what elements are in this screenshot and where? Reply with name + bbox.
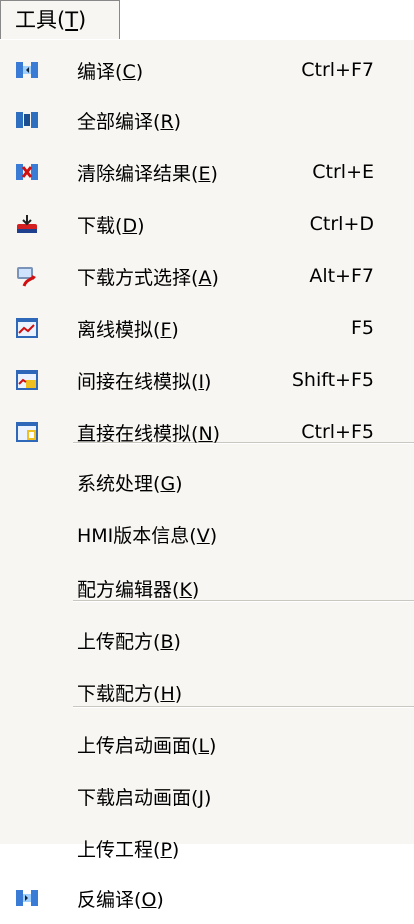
menu-item-label: 下载启动画面(J) bbox=[77, 786, 212, 809]
menu-item-n[interactable]: 直接在线模拟(N) Ctrl+F5 bbox=[0, 406, 414, 458]
menu-item-f[interactable]: 离线模拟(F) F5 bbox=[0, 302, 414, 354]
mnemonic-key: V bbox=[196, 524, 210, 547]
menu-item-label: 下载配方(H) bbox=[77, 682, 183, 705]
menu-item-j[interactable]: 下载启动画面(J) bbox=[0, 770, 414, 822]
menu-item-a[interactable]: 下载方式选择(A) Alt+F7 bbox=[0, 250, 414, 302]
mnemonic-key: F bbox=[160, 318, 172, 341]
menu-item-label: HMI版本信息(V) bbox=[77, 524, 218, 547]
menu-item-label: 间接在线模拟(I) bbox=[77, 370, 212, 393]
mnemonic-key: E bbox=[198, 162, 211, 185]
menu-item-v[interactable]: HMI版本信息(V) bbox=[0, 508, 414, 560]
menu-item-g[interactable]: 系统处理(G) bbox=[0, 456, 414, 508]
clear-compile-icon bbox=[14, 160, 40, 184]
mnemonic-key: G bbox=[160, 472, 176, 495]
menu-item-label: 系统处理(G) bbox=[77, 472, 183, 495]
menu-item-label: 配方编辑器(K) bbox=[77, 578, 200, 601]
menu-tools-mnemonic: T bbox=[65, 8, 79, 32]
indirect-online-sim-icon bbox=[14, 368, 40, 392]
menu-item-b[interactable]: 上传配方(B) bbox=[0, 614, 414, 666]
menu-item-label: 下载方式选择(A) bbox=[77, 266, 219, 289]
decompile-icon bbox=[14, 886, 40, 910]
menu-bar: 工具(T) bbox=[0, 0, 414, 41]
menu-item-shortcut: Shift+F5 bbox=[291, 369, 374, 391]
menu-item-h[interactable]: 下载配方(H) bbox=[0, 666, 414, 718]
mnemonic-key: N bbox=[198, 422, 213, 445]
download-icon bbox=[14, 212, 40, 236]
mnemonic-key: D bbox=[122, 214, 138, 237]
mnemonic-key: P bbox=[160, 838, 172, 861]
menu-item-label: 直接在线模拟(N) bbox=[77, 422, 221, 445]
menu-item-c[interactable]: 编译(C) Ctrl+F7 bbox=[0, 44, 414, 96]
menu-item-r[interactable]: 全部编译(R) bbox=[0, 94, 414, 146]
mnemonic-key: I bbox=[198, 370, 205, 393]
mnemonic-key: H bbox=[160, 682, 175, 705]
menu-item-i[interactable]: 间接在线模拟(I) Shift+F5 bbox=[0, 354, 414, 406]
menu-item-shortcut: Ctrl+F7 bbox=[301, 59, 374, 81]
menu-item-o[interactable]: 反编译(O) bbox=[0, 872, 414, 924]
menu-tools-label: 工具 bbox=[15, 8, 57, 32]
compile-all-icon bbox=[14, 108, 40, 132]
mnemonic-key: B bbox=[160, 630, 174, 653]
offline-sim-icon bbox=[14, 316, 40, 340]
menu-item-shortcut: F5 bbox=[350, 317, 374, 339]
mnemonic-key: A bbox=[198, 266, 212, 289]
menu-item-l[interactable]: 上传启动画面(L) bbox=[0, 718, 414, 770]
menu-item-label: 下载(D) bbox=[77, 214, 145, 237]
menu-item-label: 清除编译结果(E) bbox=[77, 162, 218, 185]
menu-item-label: 上传启动画面(L) bbox=[77, 734, 217, 757]
menu-item-label: 上传工程(P) bbox=[77, 838, 180, 861]
menu-item-e[interactable]: 清除编译结果(E) Ctrl+E bbox=[0, 146, 414, 198]
menu-item-shortcut: Ctrl+F5 bbox=[301, 421, 374, 443]
menu-item-label: 离线模拟(F) bbox=[77, 318, 179, 341]
compile-icon bbox=[14, 58, 40, 82]
mnemonic-key: J bbox=[198, 786, 205, 809]
menu-item-label: 全部编译(R) bbox=[77, 110, 182, 133]
menu-item-k[interactable]: 配方编辑器(K) bbox=[0, 562, 414, 614]
menu-tools[interactable]: 工具(T) bbox=[0, 0, 120, 39]
mnemonic-key: C bbox=[122, 60, 136, 83]
download-mode-icon bbox=[14, 264, 40, 288]
mnemonic-key: R bbox=[160, 110, 174, 133]
menu-item-shortcut: Ctrl+D bbox=[309, 213, 374, 235]
menu-item-label: 上传配方(B) bbox=[77, 630, 181, 653]
menu-item-shortcut: Ctrl+E bbox=[312, 161, 374, 183]
mnemonic-key: K bbox=[179, 578, 192, 601]
direct-online-sim-icon bbox=[14, 420, 40, 444]
mnemonic-key: L bbox=[198, 734, 210, 757]
menu-item-p[interactable]: 上传工程(P) bbox=[0, 822, 414, 874]
menu-item-d[interactable]: 下载(D) Ctrl+D bbox=[0, 198, 414, 250]
tools-dropdown-menu: 编译(C) Ctrl+F7 全部编译(R) 清除编译结果(E) Ctrl+E 下载(D) C… bbox=[0, 40, 414, 911]
mnemonic-key: O bbox=[141, 888, 157, 911]
menu-item-label: 编译(C) bbox=[77, 60, 144, 83]
menu-item-shortcut: Alt+F7 bbox=[309, 265, 374, 287]
menu-item-label: 反编译(O) bbox=[77, 888, 164, 911]
